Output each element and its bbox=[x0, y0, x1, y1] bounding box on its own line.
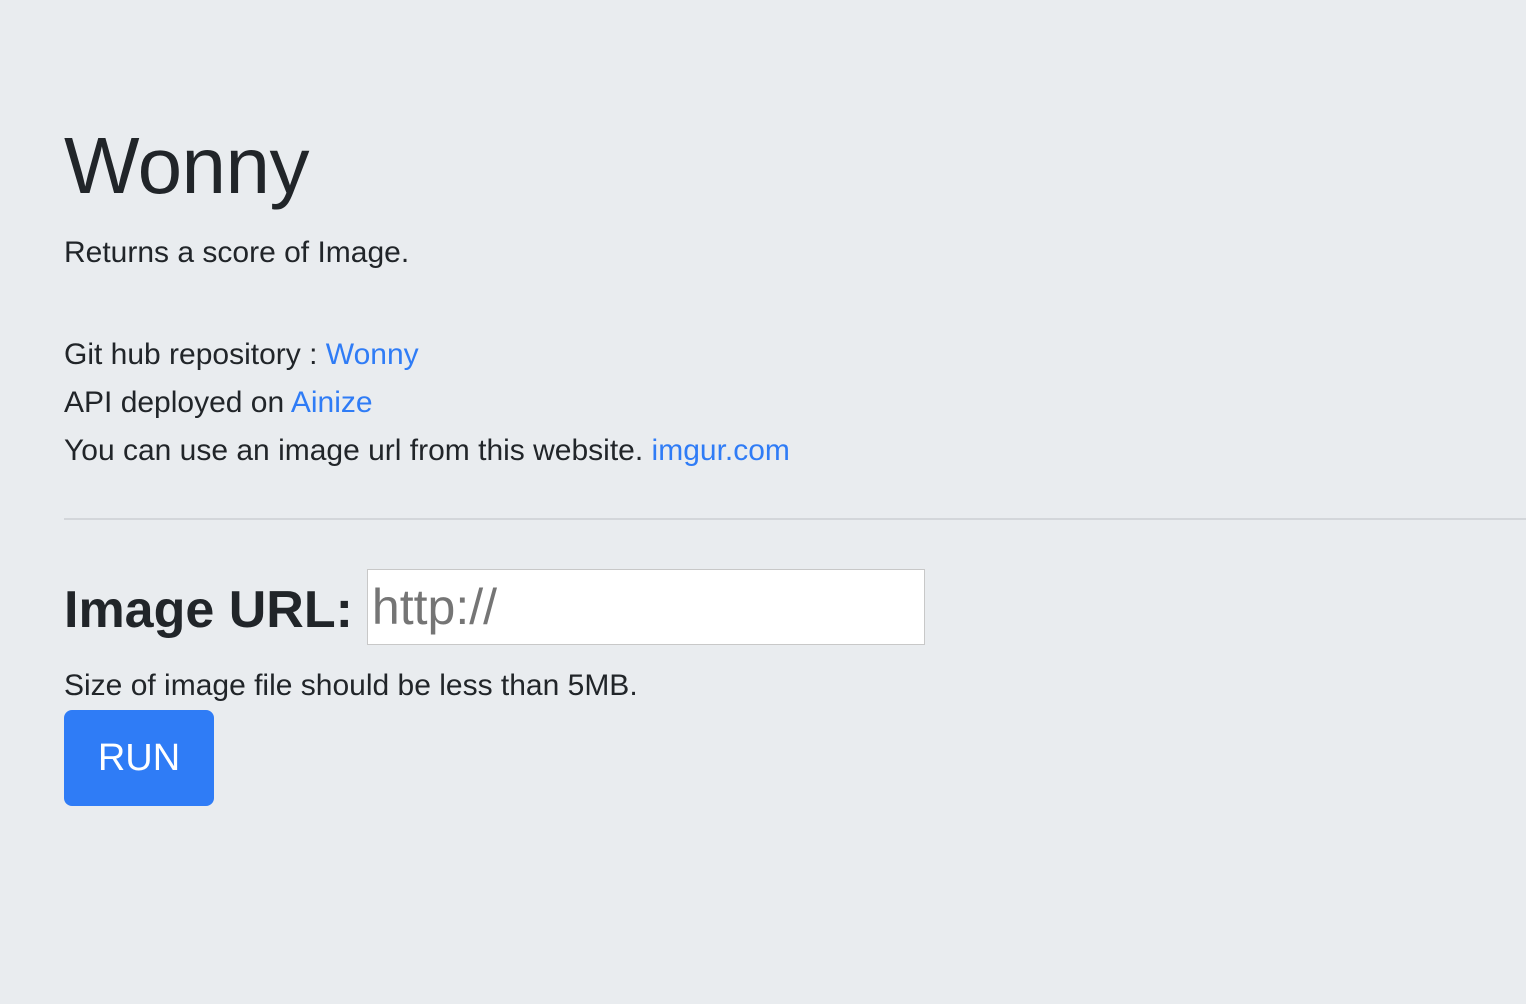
repo-prefix: Git hub repository : bbox=[64, 338, 326, 371]
image-url-label: Image URL: bbox=[64, 581, 353, 639]
image-url-input[interactable] bbox=[366, 569, 925, 645]
ainize-link[interactable]: Ainize bbox=[291, 386, 373, 419]
info-block: Git hub repository : Wonny API deployed … bbox=[64, 331, 790, 475]
page-description: Returns a score of Image. bbox=[64, 236, 410, 269]
api-prefix: API deployed on bbox=[64, 386, 291, 419]
page-title: Wonny bbox=[64, 121, 310, 210]
size-note: Size of image file should be less than 5… bbox=[64, 669, 638, 702]
repo-line: Git hub repository : Wonny bbox=[64, 331, 790, 379]
url-row: Image URL: bbox=[64, 568, 925, 646]
imgur-line: You can use an image url from this websi… bbox=[64, 427, 790, 475]
imgur-prefix: You can use an image url from this websi… bbox=[64, 434, 652, 467]
api-line: API deployed on Ainize bbox=[64, 379, 790, 427]
divider bbox=[64, 518, 1526, 520]
run-button[interactable]: RUN bbox=[64, 710, 214, 806]
imgur-link[interactable]: imgur.com bbox=[652, 434, 790, 467]
github-repo-link[interactable]: Wonny bbox=[326, 338, 419, 371]
jumbotron: Wonny Returns a score of Image. Git hub … bbox=[0, 0, 1526, 1004]
